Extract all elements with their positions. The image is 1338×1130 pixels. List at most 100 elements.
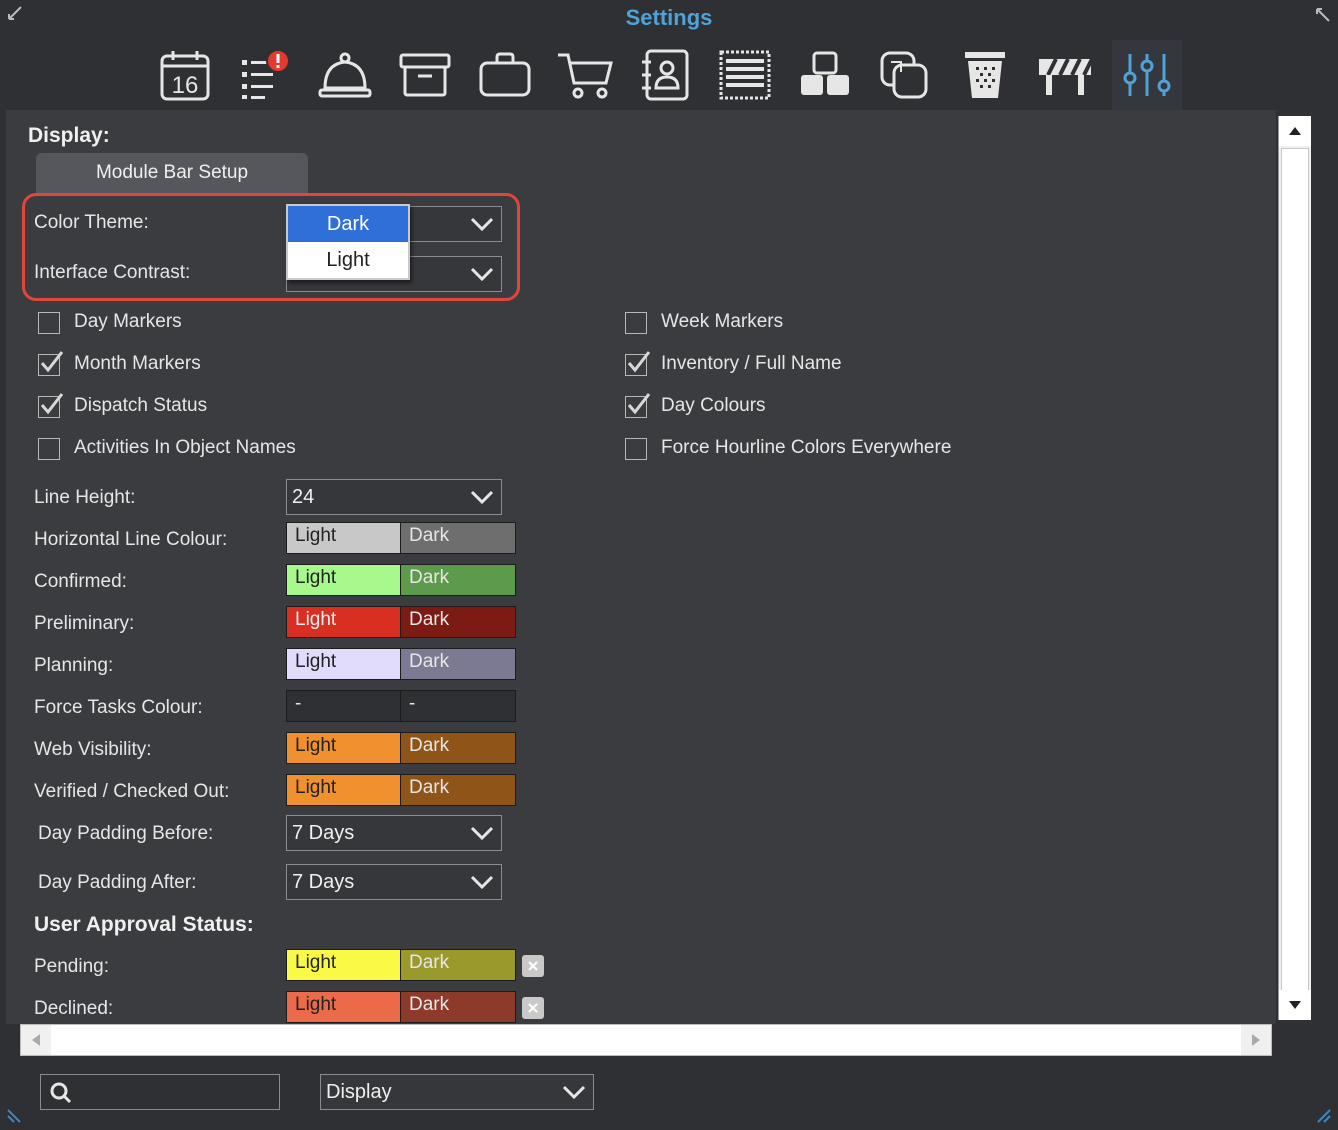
horizontal-scrollbar[interactable]: [20, 1024, 1272, 1056]
section-select[interactable]: Display: [320, 1074, 594, 1110]
dark-colour-picker[interactable]: Dark: [401, 733, 515, 763]
force-hourline-colors-label: Force Hourline Colors Everywhere: [661, 437, 952, 458]
trash-button[interactable]: [950, 40, 1020, 110]
tasks-button[interactable]: [230, 40, 300, 110]
day-padding-after-select[interactable]: 7 Days: [286, 864, 502, 900]
dark-colour-picker[interactable]: Dark: [401, 950, 515, 980]
clear-pending-button[interactable]: [522, 955, 544, 977]
calendar-button[interactable]: 16: [150, 40, 220, 110]
scroll-right-button[interactable]: [1241, 1025, 1271, 1055]
light-colour-picker[interactable]: Light: [287, 733, 401, 763]
sliders-icon: [1123, 54, 1171, 96]
month-markers-checkbox[interactable]: [38, 351, 64, 376]
resize-grip-icon[interactable]: [1316, 1108, 1332, 1124]
inventory-full-name-label: Inventory / Full Name: [661, 353, 842, 374]
copy-button[interactable]: [870, 40, 940, 110]
inventory-button[interactable]: [790, 40, 860, 110]
task-list-icon: [242, 49, 290, 99]
chevron-down-icon: [470, 875, 494, 890]
day-padding-after-value: 7 Days: [292, 871, 355, 893]
trash-bin-icon: [965, 52, 1005, 98]
resize-grip-icon[interactable]: [6, 1108, 22, 1124]
activities-in-object-names-checkbox[interactable]: [38, 438, 60, 460]
line-height-value: 24: [292, 486, 315, 508]
jobs-button[interactable]: [470, 40, 540, 110]
light-colour-picker[interactable]: Light: [287, 607, 401, 637]
section-select-value: Display: [326, 1081, 392, 1103]
pending-swatch: Light Dark: [286, 949, 516, 981]
dark-colour-picker[interactable]: Dark: [401, 565, 515, 595]
module-bar-setup-button[interactable]: Module Bar Setup: [36, 153, 308, 193]
scroll-down-button[interactable]: [1279, 990, 1311, 1020]
collapse-icon[interactable]: [1312, 4, 1332, 24]
archive-button[interactable]: [390, 40, 460, 110]
web-visibility-label: Web Visibility:: [34, 739, 152, 760]
pending-label: Pending:: [34, 956, 110, 977]
planning-swatch: Light Dark: [286, 648, 516, 680]
title-bar: Settings: [0, 0, 1338, 36]
inventory-full-name-checkbox[interactable]: [625, 351, 651, 376]
day-padding-before-select[interactable]: 7 Days: [286, 815, 502, 851]
week-markers-checkbox[interactable]: [625, 312, 647, 334]
copy-icon: [880, 51, 928, 99]
list-button[interactable]: [710, 40, 780, 110]
svg-text:16: 16: [172, 72, 199, 99]
settings-button[interactable]: [1112, 40, 1182, 110]
day-padding-before-value: 7 Days: [292, 822, 355, 844]
window-title: Settings: [625, 5, 713, 30]
triangle-up-icon: [1289, 127, 1301, 135]
day-markers-label: Day Markers: [74, 311, 182, 332]
scroll-up-button[interactable]: [1279, 116, 1311, 146]
force-hourline-colors-checkbox[interactable]: [625, 438, 647, 460]
dark-colour-picker[interactable]: Dark: [401, 607, 515, 637]
briefcase-icon: [479, 52, 531, 97]
boxes-icon: [801, 51, 849, 95]
cart-button[interactable]: [550, 40, 620, 110]
day-colours-label: Day Colours: [661, 395, 766, 416]
dark-colour-picker[interactable]: Dark: [401, 992, 515, 1022]
light-colour-picker[interactable]: Light: [287, 565, 401, 595]
dispatch-status-checkbox[interactable]: [38, 393, 64, 418]
checkmark-icon: [627, 393, 651, 415]
planning-label: Planning:: [34, 655, 114, 676]
day-markers-checkbox[interactable]: [38, 312, 60, 334]
contacts-icon: [642, 49, 689, 101]
search-icon: [50, 1082, 72, 1104]
chevron-down-icon: [470, 490, 494, 505]
calendar-icon: 16: [160, 51, 210, 101]
force-tasks-colour-swatch: - -: [286, 690, 516, 722]
scroll-left-button[interactable]: [21, 1025, 51, 1055]
vertical-scrollbar[interactable]: [1278, 116, 1311, 1020]
light-colour-picker[interactable]: Light: [287, 649, 401, 679]
preliminary-swatch: Light Dark: [286, 606, 516, 638]
light-colour-picker[interactable]: Light: [287, 992, 401, 1022]
close-icon: [528, 961, 538, 971]
dark-colour-picker[interactable]: Dark: [401, 775, 515, 805]
clear-declined-button[interactable]: [522, 997, 544, 1019]
horizontal-line-colour-swatch: Light Dark: [286, 522, 516, 554]
line-height-select[interactable]: 24: [286, 479, 502, 515]
triangle-down-icon: [1289, 1001, 1301, 1009]
dark-colour-picker[interactable]: Dark: [401, 523, 515, 553]
triangle-right-icon: [1252, 1034, 1260, 1046]
web-visibility-swatch: Light Dark: [286, 732, 516, 764]
search-field[interactable]: [40, 1074, 280, 1110]
barrier-button[interactable]: [1030, 40, 1100, 110]
chevron-down-icon: [470, 826, 494, 841]
display-heading: Display:: [28, 124, 110, 147]
light-colour-picker[interactable]: Light: [287, 523, 401, 553]
chevron-down-icon: [562, 1085, 586, 1100]
contacts-button[interactable]: [630, 40, 700, 110]
horizontal-line-colour-label: Horizontal Line Colour:: [34, 529, 228, 550]
light-colour-picker[interactable]: Light: [287, 775, 401, 805]
light-colour-picker[interactable]: Light: [287, 950, 401, 980]
dark-colour-picker[interactable]: Dark: [401, 649, 515, 679]
dispatch-status-label: Dispatch Status: [74, 395, 208, 416]
day-padding-after-label: Day Padding After:: [38, 872, 197, 893]
light-colour-picker[interactable]: -: [287, 691, 401, 721]
dark-colour-picker[interactable]: -: [401, 691, 515, 721]
vertical-scroll-thumb[interactable]: [1281, 148, 1309, 994]
preliminary-label: Preliminary:: [34, 613, 135, 634]
service-button[interactable]: [310, 40, 380, 110]
day-colours-checkbox[interactable]: [625, 393, 651, 418]
